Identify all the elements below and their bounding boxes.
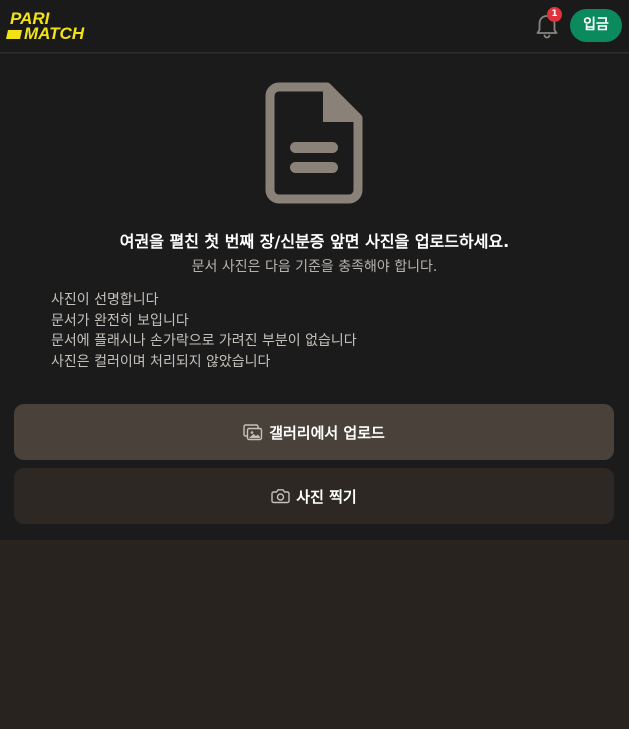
top-header: PARI MATCH 1 입금 <box>0 0 629 53</box>
criteria-item: 문서에 플래시나 손가락으로 가려진 부분이 없습니다 <box>51 333 357 349</box>
parimatch-logo[interactable]: PARI MATCH <box>6 8 106 42</box>
photo-criteria-list: 사진이 선명합니다 문서가 완전히 보입니다 문서에 플래시나 손가락으로 가려… <box>51 290 591 372</box>
upload-instruction-subtitle: 문서 사진은 다음 기준을 충족해야 합니다. <box>191 259 438 275</box>
upload-from-gallery-button[interactable]: 갤러리에서 업로드 <box>14 404 614 460</box>
upload-from-gallery-label: 갤러리에서 업로드 <box>269 423 385 442</box>
criteria-item: 사진이 선명합니다 <box>51 292 159 308</box>
gallery-icon <box>243 423 263 440</box>
logo-line-2: MATCH <box>24 24 85 42</box>
take-photo-label: 사진 찍기 <box>296 487 357 506</box>
criteria-item: 사진은 컬러이며 처리되지 않았습니다 <box>51 353 271 370</box>
deposit-button[interactable]: 입금 <box>570 9 622 42</box>
camera-icon <box>271 489 290 504</box>
criteria-item: 문서가 완전히 보입니다 <box>51 312 189 329</box>
upload-instruction-title: 여권을 펼친 첫 번째 장/신분증 앞면 사진을 업로드하세요. <box>119 232 510 251</box>
take-photo-button[interactable]: 사진 찍기 <box>14 468 614 524</box>
notification-count-badge: 1 <box>547 7 562 22</box>
document-icon <box>265 82 363 204</box>
